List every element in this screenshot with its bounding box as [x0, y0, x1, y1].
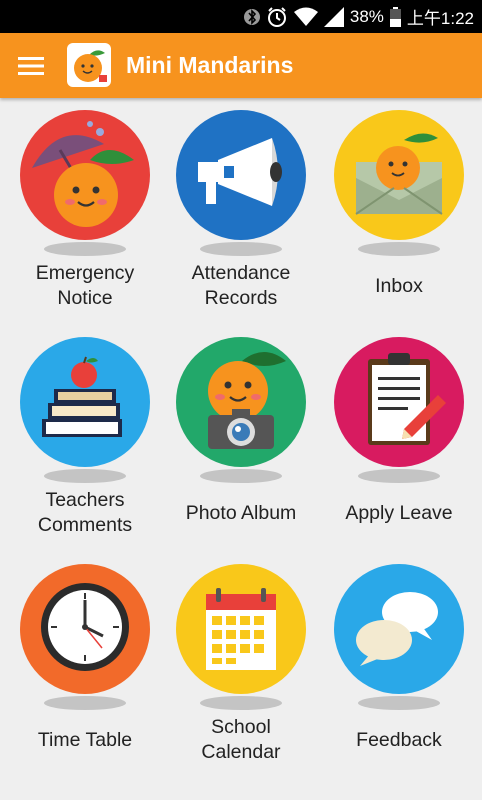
hamburger-menu-icon [18, 57, 44, 75]
tile-feedback[interactable]: Feedback [319, 552, 479, 779]
app-title: Mini Mandarins [126, 52, 294, 78]
tile-time-table[interactable]: Time Table [5, 552, 165, 779]
status-bar: 38% 上午1:22 [0, 0, 482, 33]
battery-percent: 38% [349, 6, 384, 26]
menu-button[interactable] [10, 45, 52, 87]
wifi-icon [293, 7, 318, 26]
clipboard-pencil-icon [334, 337, 464, 467]
tile-label: Teachers Comments [37, 489, 133, 536]
chat-bubbles-icon [334, 564, 464, 694]
megaphone-icon [176, 110, 306, 240]
tile-apply-leave[interactable]: Apply Leave [319, 325, 479, 552]
app-bar: Mini Mandarins [0, 33, 482, 98]
umbrella-mandarin-icon [20, 110, 150, 240]
alarm-icon [267, 6, 286, 27]
tile-emergency-notice[interactable]: Emergency Notice [5, 98, 165, 325]
tile-label: Apply Leave [345, 501, 453, 524]
feature-grid: Emergency Notice Attendance Records Inbo… [0, 98, 482, 800]
envelope-mandarin-icon [334, 110, 464, 240]
tile-label: Photo Album [185, 501, 297, 524]
calendar-icon [176, 564, 306, 694]
app-logo [67, 43, 111, 87]
books-apple-icon [20, 337, 150, 467]
tile-label: Feedback [356, 728, 442, 751]
tile-label: Inbox [375, 274, 423, 297]
tile-attendance-records[interactable]: Attendance Records [161, 98, 321, 325]
tile-label: School Calendar [201, 716, 281, 763]
tile-photo-album[interactable]: Photo Album [161, 325, 321, 552]
battery-icon [389, 6, 401, 27]
clock-icon [20, 564, 150, 694]
clock-time: 上午1:22 [406, 9, 474, 28]
tile-label: Emergency Notice [35, 262, 135, 309]
signal-icon [323, 6, 344, 27]
bluetooth-icon [243, 8, 260, 25]
camera-mandarin-icon [176, 337, 306, 467]
tile-label: Attendance Records [191, 262, 291, 309]
tile-teachers-comments[interactable]: Teachers Comments [5, 325, 165, 552]
tile-school-calendar[interactable]: School Calendar [161, 552, 321, 779]
tile-label: Time Table [37, 728, 133, 751]
tile-inbox[interactable]: Inbox [319, 98, 479, 325]
mandarin-logo-icon [74, 50, 107, 82]
